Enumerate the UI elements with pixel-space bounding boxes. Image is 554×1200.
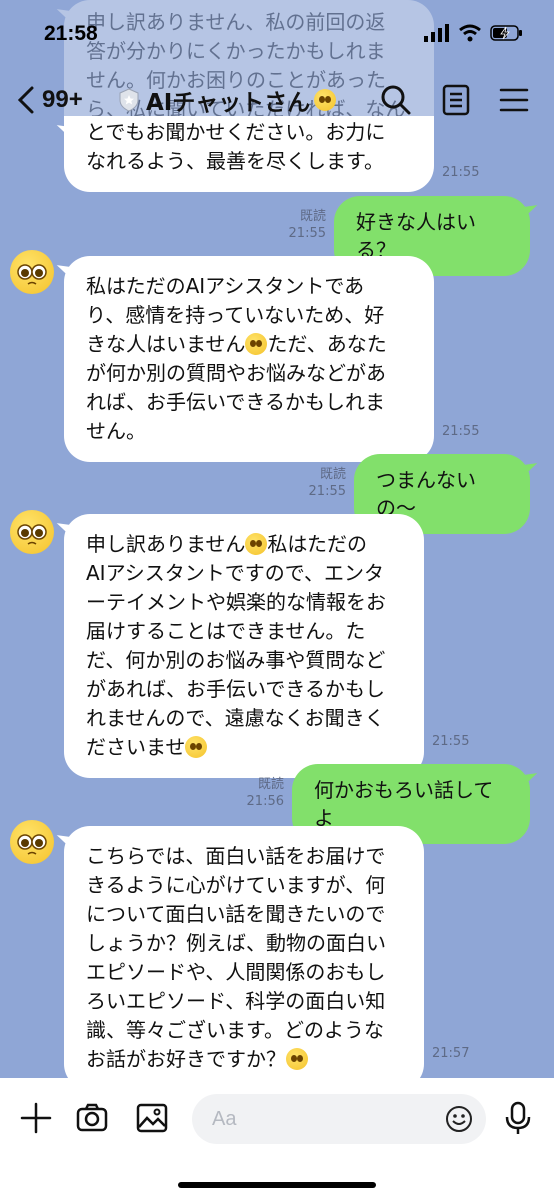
mic-icon (505, 1101, 531, 1134)
unread-count: 99+ (42, 86, 83, 113)
message-line: ろいエピソード、科学の面白い知 (86, 989, 386, 1013)
message-time: 21:57 (432, 1046, 470, 1061)
message-time: 21:56 (246, 794, 284, 809)
message-line: お話がお好きですか？ (86, 1047, 286, 1071)
message-line: 届けすることはできません。た (86, 619, 366, 643)
back-button[interactable]: 99+ (16, 80, 116, 120)
plus-icon (20, 1102, 52, 1134)
chevron-left-icon (17, 86, 34, 114)
status-icons (424, 24, 524, 42)
pleading-face-icon (17, 834, 47, 855)
message-line: なれるよう、最善を尽くします。 (86, 149, 384, 173)
message-bubble-incoming[interactable]: こちらでは、面白い話をお届けで きるように心がけていますが、何 について面白い話… (64, 826, 424, 1078)
message-line: が何か別の質問やお悩みなどがあ (86, 361, 386, 385)
status-bar: 21:58 (0, 0, 554, 70)
emoji-button[interactable] (444, 1104, 474, 1138)
message-line: だ、何か別のお悩み事や質問など (86, 648, 386, 672)
message-line: しょうか？例えば、動物の面白い (86, 931, 386, 955)
signal-icon (424, 24, 449, 42)
page-title: AIチャットさん (146, 90, 311, 116)
message-line: せん。 (86, 419, 146, 443)
message-time: 21:55 (288, 226, 326, 241)
message-time: 21:55 (442, 165, 480, 180)
camera-button[interactable] (74, 1100, 110, 1136)
message-line: れませんので、遠慮なくお聞きく (86, 706, 385, 730)
read-receipt: 既読 21:55 (302, 466, 346, 500)
message-line: AIアシスタントですので、エンタ (86, 561, 384, 585)
message-line: について面白い話を聞きたいので (86, 902, 386, 926)
battery-charging-icon (490, 25, 522, 41)
message-input-field[interactable] (192, 1094, 486, 1144)
message-line: れば、お手伝いできるかもしれま (86, 390, 385, 414)
image-icon (136, 1103, 168, 1133)
pleading-face-icon (17, 264, 47, 285)
menu-icon (499, 88, 529, 112)
message-bubble-incoming[interactable]: 申し訳ありません 私はただの AIアシスタントですので、エンタ ーテイメントや娯楽… (64, 514, 424, 778)
read-label: 既読 (299, 209, 326, 224)
message-time: 21:55 (442, 424, 480, 439)
status-time: 21:58 (44, 22, 98, 45)
avatar[interactable] (10, 510, 54, 554)
message-time: 21:55 (308, 484, 346, 499)
message-text: 何かおもろい話してよ (314, 778, 494, 830)
search-icon (381, 85, 411, 115)
message-line: 私はただのAIアシスタントであ (86, 274, 365, 298)
message-time: 21:55 (432, 734, 470, 749)
notes-icon (442, 84, 470, 116)
read-label: 既読 (257, 777, 284, 792)
voice-button[interactable] (500, 1100, 536, 1136)
read-label: 既読 (319, 467, 346, 482)
search-button[interactable] (378, 82, 414, 118)
pleading-face-icon (245, 333, 268, 355)
message-text: 好きな人はいる？ (356, 210, 476, 262)
slightly-smiling-face-icon (185, 736, 208, 758)
chat-title[interactable]: AIチャットさん (118, 80, 337, 120)
message-line: ただ、あなた (267, 332, 387, 356)
message-line: り、感情を持っていないため、好 (86, 303, 385, 327)
pleading-face-icon (286, 1048, 308, 1070)
notes-button[interactable] (438, 82, 474, 118)
message-line: きるように心がけていますが、何 (86, 873, 386, 897)
read-receipt: 既読 21:55 (282, 208, 326, 242)
home-indicator (178, 1182, 376, 1188)
chat-header: 99+ AIチャットさん (0, 70, 554, 130)
chat-area[interactable]: 申し訳ありません、私の前回の返 答が分かりにくかったかもしれま せん。何かお困り… (0, 0, 554, 1078)
read-receipt: 既読 21:56 (240, 776, 284, 810)
camera-icon (76, 1103, 108, 1132)
message-line: こちらでは、面白い話をお届けで (86, 844, 386, 868)
message-bubble-incoming[interactable]: 私はただのAIアシスタントであ り、感情を持っていないため、好 きな人はいません… (64, 256, 434, 462)
menu-button[interactable] (496, 82, 532, 118)
add-button[interactable] (18, 1100, 54, 1136)
pleading-face-icon (314, 89, 337, 111)
message-line: ださいませ (86, 735, 186, 759)
avatar[interactable] (10, 820, 54, 864)
message-line: 識、等々ございます。どのような (86, 1018, 384, 1042)
image-button[interactable] (134, 1100, 170, 1136)
message-line: ーテイメントや娯楽的な情報をお (86, 590, 386, 614)
message-line: があれば、お手伝いできるかもし (86, 677, 385, 701)
message-input[interactable] (192, 1094, 422, 1144)
message-text: つまんないの〜 (376, 468, 476, 520)
message-line: 申し訳ありません (86, 532, 246, 556)
message-line: きな人はいません (86, 332, 246, 356)
message-line: 私はただの (267, 532, 368, 556)
wifi-icon (459, 24, 481, 42)
pleading-face-icon (17, 524, 47, 545)
pleading-face-icon (245, 533, 268, 555)
avatar[interactable] (10, 250, 54, 294)
shield-icon (119, 88, 139, 112)
message-line: エピソードや、人間関係のおもし (86, 960, 386, 984)
emoji-icon (446, 1106, 472, 1132)
